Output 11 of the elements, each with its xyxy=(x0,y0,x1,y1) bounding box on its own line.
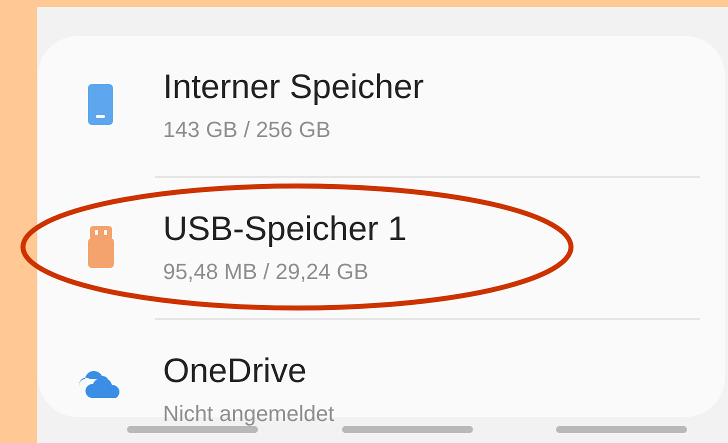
phone-icon xyxy=(88,84,113,125)
nav-handle[interactable] xyxy=(556,426,687,433)
usb-stick-icon xyxy=(88,226,114,268)
storage-title[interactable]: Interner Speicher xyxy=(163,66,424,108)
storage-title[interactable]: OneDrive xyxy=(163,350,307,392)
storage-usage: Nicht angemeldet xyxy=(163,400,334,428)
nav-handle[interactable] xyxy=(342,426,472,433)
storage-usage: 95,48 MB / 29,24 GB xyxy=(163,258,368,286)
nav-handle[interactable] xyxy=(127,426,258,433)
storage-title[interactable]: USB-Speicher 1 xyxy=(163,208,407,250)
storage-usage: 143 GB / 256 GB xyxy=(163,116,331,144)
